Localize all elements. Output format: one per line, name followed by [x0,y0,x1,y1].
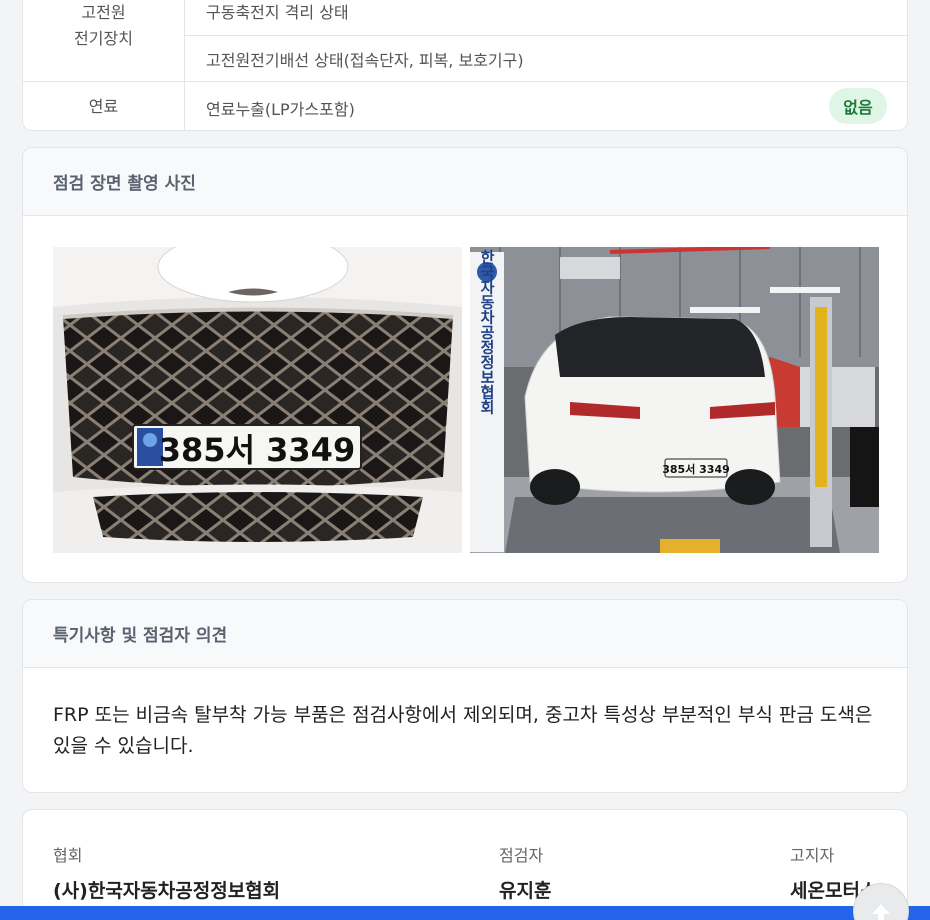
association-block: 협회 (사)한국자동차공정정보협회 [53,842,280,903]
status-badge: 없음 [829,88,887,124]
association-value: (사)한국자동차공정정보협회 [53,880,281,902]
section-title: 특기사항 및 점검자 의견 [23,600,907,668]
arrow-up-icon [870,902,892,920]
item-label: 연료누출(LP가스포함) [206,100,355,119]
photos-section: 점검 장면 촬영 사진 385서 3349 한국자동차공정정보협회 385서 3… [22,147,908,583]
banner-text: 한국자동차공정정보협회 [478,250,496,416]
section-title: 점검 장면 촬영 사진 [23,148,907,216]
inspector-block: 점검자 유지훈 [499,842,551,903]
bottom-bar [0,906,930,920]
row-divider [185,35,907,36]
category-label-partial: 고전원 [81,2,126,22]
category-cell-fuel: 연료 [23,82,185,130]
inspector-label: 점검자 [499,846,544,865]
plate-text: 385서 3349 [662,462,730,476]
signature-section: 협회 (사)한국자동차공정정보협회 점검자 유지훈 고지자 세온모터스 [22,809,908,920]
plate-text: 385서 3349 [159,431,355,469]
inspection-photo-front[interactable]: 385서 3349 [53,247,462,553]
remarks-section: 특기사항 및 점검자 의견 FRP 또는 비금속 탈부착 가능 부품은 점검사항… [22,599,908,793]
category-label: 전기장치 [74,28,133,48]
item-label: 고전원전기배선 상태(접속단자, 피복, 보호기구) [206,51,524,70]
remarks-text: FRP 또는 비금속 탈부착 가능 부품은 점검사항에서 제외되며, 중고차 특… [53,704,873,757]
inspection-table: 고전원 전기장치 구동축전지 격리 상태 고전원전기배선 상태(접속단자, 피복… [22,0,908,131]
notifier-label: 고지자 [790,846,835,865]
category-cell-electric: 고전원 전기장치 [23,0,185,82]
association-label: 협회 [53,846,83,865]
item-label: 구동축전지 격리 상태 [206,3,349,22]
inspection-photo-rear[interactable]: 한국자동차공정정보협회 385서 3349 [470,247,879,553]
inspector-value: 유지훈 [499,880,552,902]
